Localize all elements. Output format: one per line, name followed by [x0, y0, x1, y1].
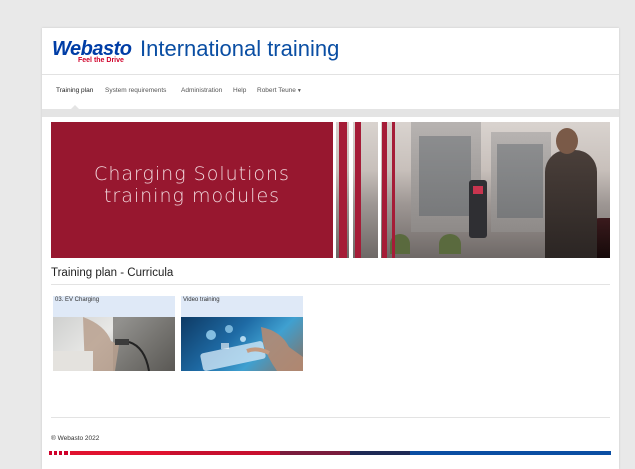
- nav-divider-band: [42, 109, 619, 117]
- banner-window: [419, 136, 471, 216]
- color-bar-segment: [49, 451, 52, 455]
- ev-charging-illustration: [53, 317, 175, 371]
- footer-divider: [51, 417, 610, 418]
- user-name: Robert Teune: [257, 87, 296, 94]
- video-training-illustration: [200, 325, 303, 371]
- hero-banner: Charging Solutions training modules: [51, 122, 610, 258]
- banner-text-panel: Charging Solutions training modules: [51, 122, 333, 258]
- color-bar-segment: [170, 451, 280, 455]
- color-bar-segment: [350, 451, 410, 455]
- banner-line-2: training modules: [103, 185, 281, 207]
- banner-charger-screen: [473, 186, 483, 194]
- banner-window-right: [497, 144, 543, 218]
- banner-stripe-1: [333, 122, 336, 258]
- caret-down-icon: ▼: [296, 88, 302, 94]
- nav-item-administration[interactable]: Administration: [181, 87, 222, 94]
- banner-stripe-4: [355, 122, 361, 258]
- color-bar-segment: [70, 451, 170, 455]
- color-bar-segment: [59, 451, 62, 455]
- banner-line-1: Charging Solutions: [94, 163, 290, 185]
- site-header: Webasto Feel the Drive International tra…: [42, 28, 619, 74]
- tile-label: 03. EV Charging: [55, 297, 100, 303]
- tile-image-video-training: [181, 317, 303, 371]
- curriculum-tile-ev-charging[interactable]: 03. EV Charging: [53, 296, 175, 371]
- color-bar-segment: [64, 451, 68, 455]
- webasto-logo[interactable]: Webasto Feel the Drive: [52, 36, 132, 66]
- nav-item-help[interactable]: Help: [233, 87, 246, 94]
- page-title: International training: [140, 36, 340, 61]
- color-bar-segment: [410, 451, 611, 455]
- banner-person: [545, 150, 597, 258]
- section-title: Training plan - Curricula: [51, 267, 174, 279]
- banner-person-head: [556, 128, 578, 154]
- tile-label: Video training: [183, 297, 220, 303]
- main-navigation: Training plan System requirements Admini…: [42, 74, 619, 110]
- section-divider: [51, 284, 610, 285]
- banner-heading: Charging Solutions training modules: [51, 163, 333, 207]
- logo-tagline: Feel the Drive: [78, 57, 124, 64]
- tile-image-ev-charging: [53, 317, 175, 371]
- color-bar-segment: [280, 451, 350, 455]
- banner-stripe-5: [378, 122, 381, 258]
- copyright-text: ® Webasto 2022: [51, 435, 100, 442]
- banner-stripe-6: [382, 122, 387, 258]
- nav-item-system-requirements[interactable]: System requirements: [105, 87, 166, 94]
- color-bar-segment: [54, 451, 57, 455]
- banner-bush-2: [439, 234, 461, 254]
- banner-stripe-2: [339, 122, 347, 258]
- banner-stripe-3: [349, 122, 353, 258]
- curriculum-tile-video-training[interactable]: Video training: [181, 296, 303, 371]
- brand-color-bar: [49, 451, 611, 455]
- banner-stripe-7: [392, 122, 395, 258]
- nav-item-user-menu[interactable]: Robert Teune▼: [257, 87, 302, 94]
- page-container: Webasto Feel the Drive International tra…: [42, 28, 619, 469]
- nav-item-training-plan[interactable]: Training plan: [56, 87, 93, 94]
